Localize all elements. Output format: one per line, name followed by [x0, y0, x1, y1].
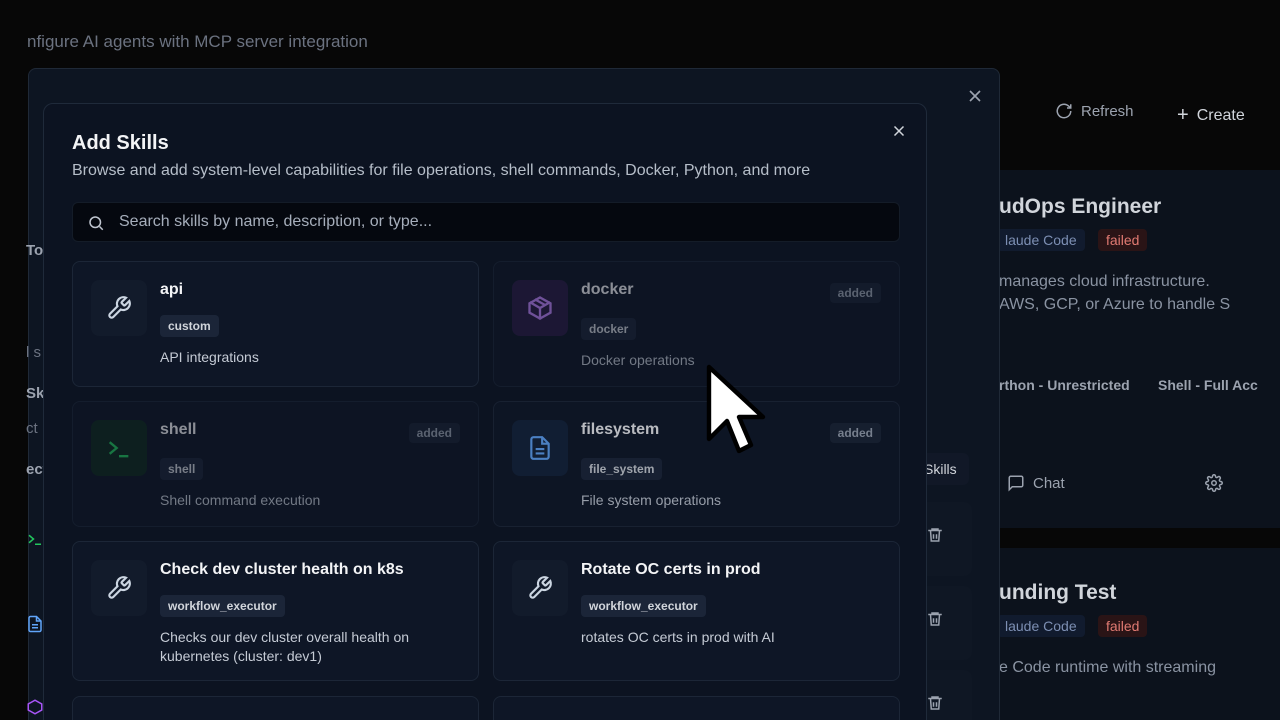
mouse-cursor-icon	[706, 364, 766, 454]
create-label: Create	[1196, 106, 1245, 124]
create-button[interactable]: + Create	[1177, 104, 1245, 127]
status-badge: failed	[1098, 615, 1148, 637]
runtime-badge: laude Code	[997, 229, 1085, 251]
skill-icon-box	[91, 560, 147, 616]
skill-card-filesystem: filesystem file_system File system opera…	[493, 401, 900, 527]
box-icon	[27, 699, 43, 715]
skill-description: Shell command execution	[160, 492, 321, 508]
refresh-label: Refresh	[1081, 102, 1134, 120]
skill-name: shell	[160, 421, 197, 438]
terminal-icon	[28, 534, 41, 545]
box-icon	[528, 296, 552, 320]
left-fragment: To	[26, 242, 44, 259]
skill-name: docker	[581, 281, 634, 298]
trash-icon[interactable]	[926, 610, 944, 628]
skill-description: File system operations	[581, 492, 722, 508]
trash-icon[interactable]	[926, 526, 944, 544]
skill-icon-box	[512, 280, 568, 336]
skill-chip: rthon - Unrestricted	[999, 377, 1130, 393]
screen: nfigure AI agents with MCP server integr…	[0, 0, 1280, 720]
skills-label: Skills	[924, 461, 957, 477]
agent-title: unding Test	[999, 581, 1117, 604]
dialog-title: Add Skills	[72, 132, 169, 154]
chat-label: Chat	[1033, 474, 1065, 492]
skill-card-partial[interactable]	[493, 696, 900, 720]
skill-icon-box	[91, 280, 147, 336]
skill-search[interactable]	[72, 202, 900, 242]
agent-title: udOps Engineer	[999, 195, 1162, 218]
skill-icon-box	[512, 420, 568, 476]
left-fragment: Sk	[26, 385, 45, 402]
close-icon[interactable]	[890, 122, 908, 140]
file-icon	[28, 615, 42, 633]
terminal-icon	[108, 441, 129, 458]
agent-description-line: e Code runtime with streaming	[999, 659, 1216, 676]
close-icon[interactable]	[965, 86, 985, 106]
left-fragment: ct	[26, 420, 38, 437]
added-badge: added	[408, 423, 460, 443]
skill-type-badge: shell	[160, 458, 204, 480]
skill-icon-box	[512, 560, 568, 616]
skill-card-partial[interactable]	[72, 696, 479, 720]
runtime-badge: laude Code	[997, 615, 1085, 637]
dialog-subtitle: Browse and add system-level capabilities…	[72, 162, 811, 179]
search-input[interactable]	[119, 203, 879, 241]
skill-chip: Shell - Full Acc	[1158, 377, 1258, 393]
add-skills-dialog: Add Skills Browse and add system-level c…	[43, 103, 927, 720]
skill-icon-box	[91, 420, 147, 476]
status-badge: failed	[1098, 229, 1148, 251]
skill-description: API integrations	[160, 349, 259, 365]
skill-type-badge: workflow_executor	[581, 595, 706, 617]
chat-icon	[1008, 475, 1024, 492]
trash-icon[interactable]	[926, 694, 944, 712]
skill-name: filesystem	[581, 421, 660, 438]
skill-name: Check dev cluster health on k8s	[160, 561, 404, 578]
skill-name: Rotate OC certs in prod	[581, 561, 761, 578]
skill-card-shell: shell shell Shell command execution adde…	[72, 401, 479, 527]
skill-type-badge: custom	[160, 315, 219, 337]
chat-button[interactable]: Chat	[1007, 474, 1065, 492]
wrench-icon	[108, 576, 131, 599]
file-icon	[530, 436, 550, 460]
agent-description-line: AWS, GCP, or Azure to handle S	[999, 296, 1231, 313]
skill-card-docker: docker docker Docker operations added	[493, 261, 900, 387]
skill-card-rotate-oc-certs[interactable]: Rotate OC certs in prod workflow_executo…	[493, 541, 900, 681]
added-badge: added	[829, 283, 881, 303]
wrench-icon	[108, 296, 131, 319]
skill-name: api	[160, 281, 184, 298]
skill-type-badge: docker	[581, 318, 637, 340]
skill-card-api[interactable]: api custom API integrations	[72, 261, 479, 387]
skill-card-check-dev-cluster[interactable]: Check dev cluster health on k8s workflow…	[72, 541, 479, 681]
skill-description: rotates OC certs in prod with AI	[581, 629, 775, 645]
skill-type-badge: file_system	[581, 458, 663, 480]
refresh-icon	[1056, 103, 1072, 119]
agent-description-line: manages cloud infrastructure.	[999, 273, 1210, 290]
wrench-icon	[529, 576, 552, 599]
gear-icon[interactable]	[1205, 474, 1223, 492]
page-subtitle: nfigure AI agents with MCP server integr…	[27, 32, 368, 51]
skill-description: Checks our dev cluster overall health on…	[160, 629, 410, 664]
skill-type-badge: workflow_executor	[160, 595, 285, 617]
added-badge: added	[829, 423, 881, 443]
refresh-button[interactable]: Refresh	[1055, 102, 1134, 120]
search-icon	[89, 216, 104, 231]
left-fragment: l s	[26, 344, 41, 361]
plus-icon: +	[1177, 104, 1189, 126]
